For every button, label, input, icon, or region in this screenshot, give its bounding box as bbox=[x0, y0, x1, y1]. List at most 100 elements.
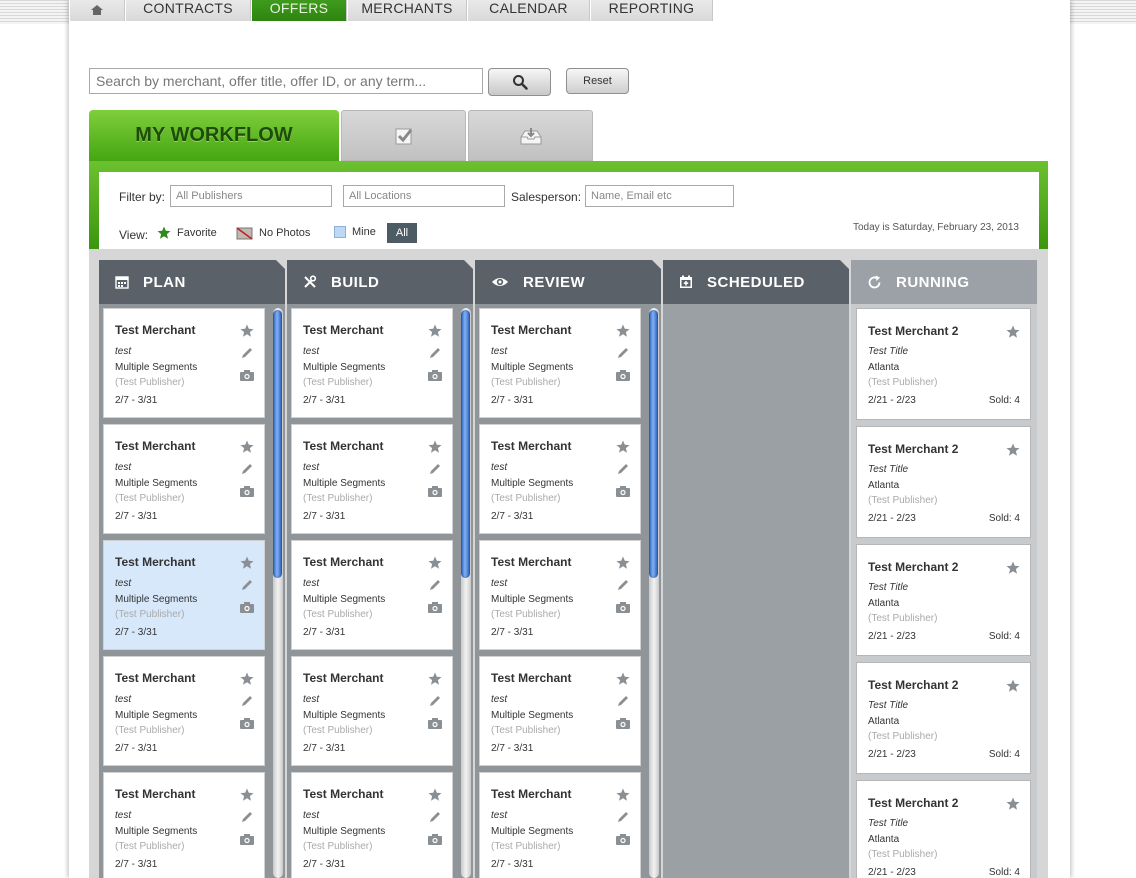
camera-icon[interactable] bbox=[427, 715, 443, 731]
camera-icon[interactable] bbox=[615, 367, 631, 383]
star-icon[interactable] bbox=[427, 671, 443, 687]
pencil-icon[interactable] bbox=[615, 461, 631, 477]
salesperson-field[interactable]: Name, Email etc bbox=[585, 185, 734, 207]
camera-icon[interactable] bbox=[427, 599, 443, 615]
star-icon[interactable] bbox=[1005, 678, 1021, 694]
camera-icon[interactable] bbox=[615, 831, 631, 847]
search-input[interactable] bbox=[89, 68, 483, 94]
pencil-icon[interactable] bbox=[239, 577, 255, 593]
offer-card[interactable]: Test Merchant test Multiple Segments (Te… bbox=[479, 424, 641, 534]
nav-contracts-label: CONTRACTS bbox=[143, 0, 233, 16]
plan-scrollbar-thumb[interactable] bbox=[273, 310, 282, 578]
star-icon[interactable] bbox=[1005, 796, 1021, 812]
camera-icon[interactable] bbox=[239, 367, 255, 383]
star-icon[interactable] bbox=[427, 555, 443, 571]
pencil-icon[interactable] bbox=[239, 809, 255, 825]
camera-icon[interactable] bbox=[239, 715, 255, 731]
view-favorite[interactable]: Favorite bbox=[157, 226, 217, 240]
star-icon[interactable] bbox=[239, 555, 255, 571]
running-card[interactable]: Test Merchant 2 Test Title Atlanta (Test… bbox=[856, 308, 1031, 420]
star-icon[interactable] bbox=[427, 439, 443, 455]
pencil-icon[interactable] bbox=[239, 693, 255, 709]
pencil-icon[interactable] bbox=[615, 693, 631, 709]
nav-merchants[interactable]: MERCHANTS bbox=[347, 0, 467, 21]
star-icon[interactable] bbox=[239, 323, 255, 339]
card-merchant: Test Merchant bbox=[115, 555, 196, 569]
running-card[interactable]: Test Merchant 2 Test Title Atlanta (Test… bbox=[856, 780, 1031, 878]
pencil-icon[interactable] bbox=[427, 693, 443, 709]
offer-card[interactable]: Test Merchant test Multiple Segments (Te… bbox=[291, 540, 453, 650]
camera-icon[interactable] bbox=[239, 831, 255, 847]
pencil-icon[interactable] bbox=[427, 577, 443, 593]
locations-filter[interactable]: All Locations bbox=[343, 185, 505, 207]
running-card[interactable]: Test Merchant 2 Test Title Atlanta (Test… bbox=[856, 662, 1031, 774]
star-icon[interactable] bbox=[615, 555, 631, 571]
offer-card[interactable]: Test Merchant test Multiple Segments (Te… bbox=[479, 656, 641, 766]
pencil-icon[interactable] bbox=[615, 809, 631, 825]
pencil-icon[interactable] bbox=[427, 345, 443, 361]
offer-card[interactable]: Test Merchant test Multiple Segments (Te… bbox=[291, 772, 453, 878]
offer-card[interactable]: Test Merchant test Multiple Segments (Te… bbox=[479, 308, 641, 418]
camera-icon[interactable] bbox=[615, 483, 631, 499]
card-segments: Multiple Segments bbox=[115, 826, 198, 837]
nav-offers[interactable]: OFFERS bbox=[251, 0, 347, 21]
refresh-icon bbox=[868, 275, 881, 288]
pencil-icon[interactable] bbox=[427, 809, 443, 825]
offer-card[interactable]: Test Merchant test Multiple Segments (Te… bbox=[291, 656, 453, 766]
view-mine[interactable]: Mine bbox=[334, 226, 376, 238]
reset-button[interactable]: Reset bbox=[566, 68, 629, 94]
camera-icon[interactable] bbox=[427, 483, 443, 499]
star-icon[interactable] bbox=[239, 671, 255, 687]
camera-icon[interactable] bbox=[615, 715, 631, 731]
card-merchant: Test Merchant bbox=[303, 787, 384, 801]
build-scrollbar-thumb[interactable] bbox=[461, 310, 470, 578]
offer-card[interactable]: Test Merchant test Multiple Segments (Te… bbox=[291, 308, 453, 418]
pencil-icon[interactable] bbox=[615, 345, 631, 361]
star-icon[interactable] bbox=[615, 439, 631, 455]
nav-calendar[interactable]: CALENDAR bbox=[467, 0, 590, 21]
tab-approved[interactable] bbox=[341, 110, 466, 161]
offer-card[interactable]: Test Merchant test Multiple Segments (Te… bbox=[103, 308, 265, 418]
camera-icon[interactable] bbox=[239, 483, 255, 499]
offer-card[interactable]: Test Merchant test Multiple Segments (Te… bbox=[291, 424, 453, 534]
running-card[interactable]: Test Merchant 2 Test Title Atlanta (Test… bbox=[856, 426, 1031, 538]
star-icon[interactable] bbox=[615, 787, 631, 803]
view-all-button[interactable]: All bbox=[387, 223, 417, 243]
card-publisher: (Test Publisher) bbox=[491, 493, 561, 504]
running-card[interactable]: Test Merchant 2 Test Title Atlanta (Test… bbox=[856, 544, 1031, 656]
search-button[interactable] bbox=[488, 68, 551, 96]
nav-contracts[interactable]: CONTRACTS bbox=[125, 0, 251, 21]
star-icon[interactable] bbox=[615, 323, 631, 339]
star-icon[interactable] bbox=[1005, 560, 1021, 576]
tab-inbox[interactable] bbox=[468, 110, 593, 161]
pencil-icon[interactable] bbox=[239, 345, 255, 361]
pencil-icon[interactable] bbox=[427, 461, 443, 477]
camera-icon[interactable] bbox=[427, 831, 443, 847]
star-icon[interactable] bbox=[615, 671, 631, 687]
review-scrollbar-thumb[interactable] bbox=[649, 310, 658, 578]
publishers-filter[interactable]: All Publishers bbox=[170, 185, 332, 207]
offer-card[interactable]: Test Merchant test Multiple Segments (Te… bbox=[479, 772, 641, 878]
star-icon[interactable] bbox=[1005, 442, 1021, 458]
camera-icon[interactable] bbox=[239, 599, 255, 615]
nav-reporting[interactable]: REPORTING bbox=[590, 0, 713, 21]
camera-icon[interactable] bbox=[427, 367, 443, 383]
offer-card-selected[interactable]: Test Merchant test Multiple Segments (Te… bbox=[103, 540, 265, 650]
offer-card[interactable]: Test Merchant test Multiple Segments (Te… bbox=[103, 424, 265, 534]
card-dates: 2/7 - 3/31 bbox=[491, 743, 534, 754]
offer-card[interactable]: Test Merchant test Multiple Segments (Te… bbox=[103, 772, 265, 878]
star-icon[interactable] bbox=[427, 323, 443, 339]
star-icon[interactable] bbox=[427, 787, 443, 803]
card-merchant: Test Merchant 2 bbox=[868, 678, 959, 692]
offer-card[interactable]: Test Merchant test Multiple Segments (Te… bbox=[103, 656, 265, 766]
pencil-icon[interactable] bbox=[615, 577, 631, 593]
nav-home[interactable] bbox=[69, 0, 125, 21]
offer-card[interactable]: Test Merchant test Multiple Segments (Te… bbox=[479, 540, 641, 650]
camera-icon[interactable] bbox=[615, 599, 631, 615]
star-icon[interactable] bbox=[1005, 324, 1021, 340]
star-icon[interactable] bbox=[239, 439, 255, 455]
tab-my-workflow[interactable]: MY WORKFLOW bbox=[89, 110, 339, 161]
view-no-photos[interactable]: No Photos bbox=[236, 226, 310, 240]
star-icon[interactable] bbox=[239, 787, 255, 803]
pencil-icon[interactable] bbox=[239, 461, 255, 477]
